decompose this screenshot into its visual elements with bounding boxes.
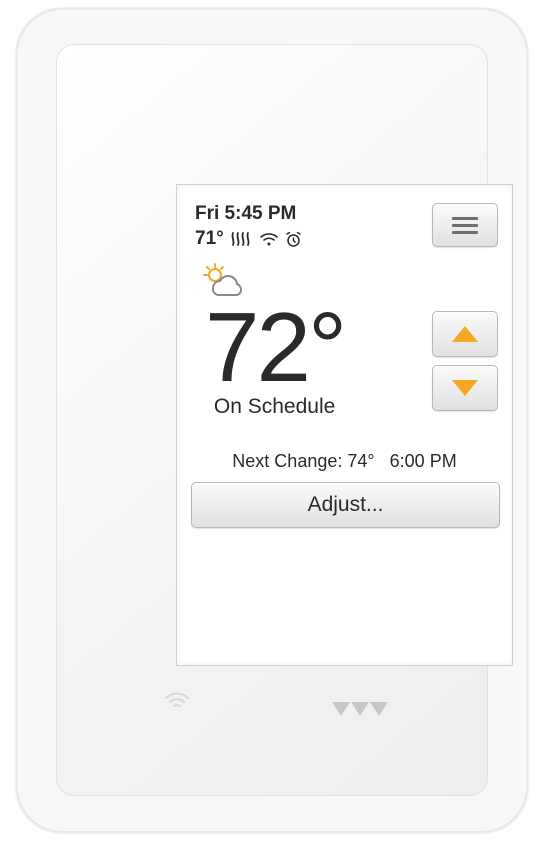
next-change-time: 6:00 PM — [390, 451, 457, 471]
next-change-label: Next Change: — [232, 451, 342, 471]
setpoint-block: 72° On Schedule — [205, 303, 344, 419]
temp-adjust-controls — [432, 311, 498, 411]
setpoint-temp: 72° — [205, 303, 344, 391]
mode-label: On Schedule — [214, 395, 335, 419]
heat-waves-icon — [231, 231, 253, 247]
arrow-up-icon — [452, 326, 478, 342]
main-row: 72° On Schedule — [177, 303, 512, 419]
hamburger-icon — [452, 217, 478, 234]
thermostat-device: Fri 5:45 PM 71° — [16, 8, 528, 833]
datetime-label: Fri 5:45 PM — [195, 203, 302, 225]
arrow-down-icon — [452, 380, 478, 396]
adjust-button-label: Adjust... — [308, 493, 384, 517]
adjust-button[interactable]: Adjust... — [191, 482, 500, 528]
ambient-temp-label: 71° — [195, 228, 224, 250]
temp-up-button[interactable] — [432, 311, 498, 357]
bezel-brand-icon — [332, 702, 388, 716]
menu-button[interactable] — [432, 203, 498, 247]
device-face: Fri 5:45 PM 71° — [56, 44, 488, 796]
alarm-clock-icon — [285, 231, 302, 248]
next-change-temp: 74° — [347, 451, 374, 471]
next-change-row: Next Change: 74° 6:00 PM — [177, 451, 512, 472]
status-block: Fri 5:45 PM 71° — [195, 203, 302, 250]
wifi-icon — [260, 231, 278, 247]
temp-down-button[interactable] — [432, 365, 498, 411]
touchscreen: Fri 5:45 PM 71° — [176, 184, 513, 666]
header-row: Fri 5:45 PM 71° — [177, 185, 512, 258]
bezel-wifi-icon — [164, 691, 190, 716]
